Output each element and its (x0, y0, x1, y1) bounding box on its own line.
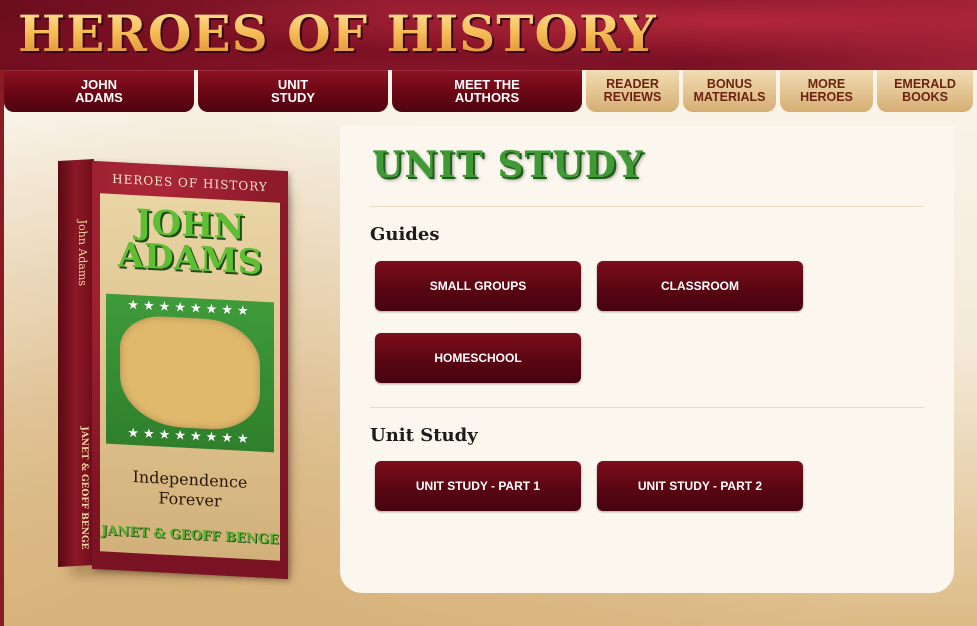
spine-authors: JANET & GEOFF BENGE (79, 426, 89, 550)
book-spine: John Adams JANET & GEOFF BENGE (58, 159, 94, 567)
nav-tab-meet-the-authors[interactable]: MEET THE AUTHORS (392, 70, 582, 112)
nav-tab-label: READER REVIEWS (603, 77, 662, 104)
button-label: CLASSROOM (661, 279, 739, 293)
nav-tab-label: JOHN ADAMS (75, 77, 123, 105)
nav-tab-reader-reviews[interactable]: READER REVIEWS (586, 70, 679, 112)
nav-tab-label: BONUS MATERIALS (693, 77, 766, 104)
cover-authors: JANET & GEOFF BENGE (101, 523, 279, 548)
button-label: UNIT STUDY - PART 1 (415, 479, 541, 493)
unit-study-part-2-button[interactable]: UNIT STUDY - PART 2 (597, 461, 803, 511)
cover-map-shape (120, 314, 260, 432)
site-header: HEROES OF HISTORY HEROES OF HISTORY (0, 0, 977, 70)
button-label: SMALL GROUPS (429, 279, 527, 293)
nav-tab-label: MORE HEROES (800, 77, 853, 104)
nav-tab-label: MEET THE AUTHORS (454, 77, 520, 105)
cover-series: HEROES OF HISTORY (112, 171, 268, 195)
homeschool-button[interactable]: HOMESCHOOL (375, 333, 581, 383)
cover-map-illustration: ★★★★★★★★ ★★★★★★★★ (106, 293, 274, 453)
star-row-top: ★★★★★★★★ (127, 296, 253, 319)
nav-tab-bonus-materials[interactable]: BONUS MATERIALS (683, 70, 776, 112)
button-label: HOMESCHOOL (434, 351, 522, 365)
book-front-cover: HEROES OF HISTORY JOHN ADAMS ★★★★★★★★ ★★… (92, 160, 288, 580)
book-cover-image: John Adams JANET & GEOFF BENGE HEROES OF… (58, 159, 290, 580)
unit-study-part-1-button[interactable]: UNIT STUDY - PART 1 (375, 461, 581, 511)
site-title[interactable]: HEROES OF HISTORY (18, 4, 657, 64)
cover-hero-name: JOHN ADAMS (117, 202, 263, 283)
nav-tab-label: EMERALD BOOKS (894, 77, 956, 104)
button-label: UNIT STUDY - PART 2 (637, 479, 763, 493)
guides-heading: Guides (370, 224, 440, 245)
nav-tab-more-heroes[interactable]: MORE HEROES (780, 70, 873, 112)
content-panel: UNIT STUDY Guides SMALL GROUPS CLASSROOM… (340, 126, 954, 593)
small-groups-button[interactable]: SMALL GROUPS (375, 261, 581, 311)
nav-tab-emerald-books[interactable]: EMERALD BOOKS (877, 70, 973, 112)
divider (370, 407, 924, 408)
spine-text: John Adams JANET & GEOFF BENGE (63, 219, 89, 550)
cover-art: JOHN ADAMS ★★★★★★★★ ★★★★★★★★ Independenc… (100, 193, 280, 561)
star-row-bottom: ★★★★★★★★ (127, 424, 253, 447)
unit-study-heading: Unit Study (370, 425, 478, 446)
divider (370, 206, 924, 207)
spine-title: John Adams (76, 219, 89, 287)
nav-tab-john-adams[interactable]: JOHN ADAMS (4, 70, 194, 112)
page-title: UNIT STUDY (372, 144, 644, 186)
nav-tab-unit-study[interactable]: UNIT STUDY (198, 70, 388, 112)
main-nav: JOHN ADAMS UNIT STUDY MEET THE AUTHORS R… (4, 70, 977, 114)
cover-subtitle: Independence Forever (132, 466, 248, 511)
nav-tab-label: UNIT STUDY (270, 77, 316, 105)
classroom-button[interactable]: CLASSROOM (597, 261, 803, 311)
